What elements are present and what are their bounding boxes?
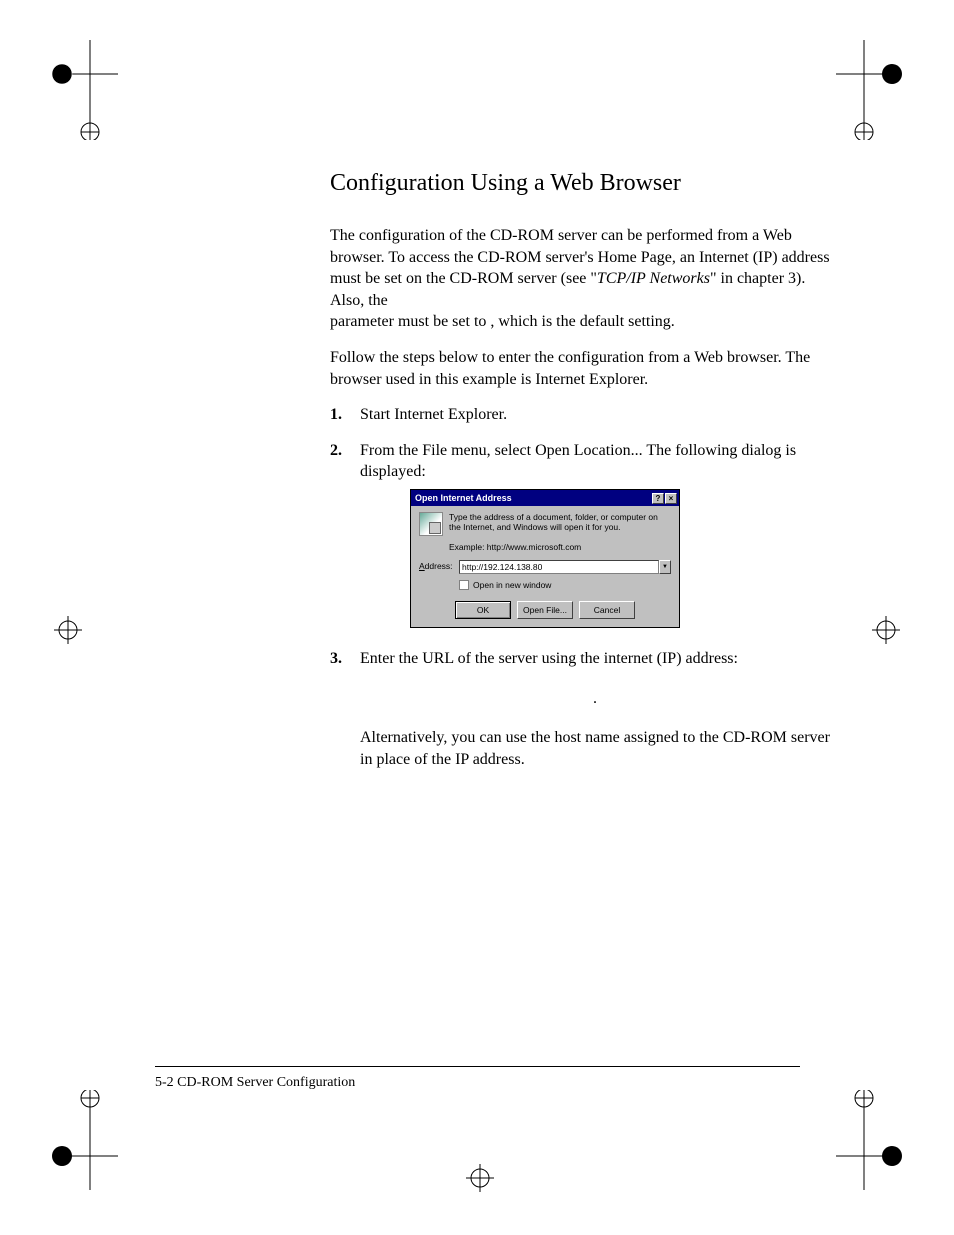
page-heading: Configuration Using a Web Browser — [330, 170, 830, 197]
footer-text: 5-2 CD-ROM Server Configuration — [155, 1075, 355, 1091]
address-label: Address: — [419, 561, 459, 572]
intro-paragraph: The configuration of the CD-ROM server c… — [330, 225, 830, 333]
open-file-button[interactable]: Open File... — [517, 601, 573, 619]
crop-mark-icon — [18, 580, 118, 680]
crop-mark-icon — [18, 1090, 118, 1190]
open-internet-address-dialog: Open Internet Address ? × Type the addre… — [410, 489, 680, 628]
dialog-example: Example: http://www.microsoft.com — [449, 542, 671, 553]
crop-mark-icon — [430, 1128, 530, 1228]
internet-document-icon — [419, 512, 443, 536]
step-2: 2. From the File menu, select Open Locat… — [330, 440, 830, 628]
dialog-title: Open Internet Address — [415, 492, 651, 504]
crop-mark-icon — [836, 1090, 936, 1190]
crop-mark-icon — [836, 580, 936, 680]
steps-list: 1. Start Internet Explorer. 2. From the … — [330, 404, 830, 770]
cancel-button[interactable]: Cancel — [579, 601, 635, 619]
footer-rule — [155, 1066, 800, 1067]
dialog-titlebar: Open Internet Address ? × — [411, 490, 679, 506]
checkbox-icon — [459, 580, 469, 590]
close-button[interactable]: × — [665, 493, 677, 504]
address-dropdown-button[interactable]: ▼ — [659, 560, 671, 574]
step-1: 1. Start Internet Explorer. — [330, 404, 830, 426]
address-input[interactable] — [459, 560, 659, 574]
help-button[interactable]: ? — [652, 493, 664, 504]
ok-button[interactable]: OK — [455, 601, 511, 619]
crop-mark-icon — [18, 40, 118, 140]
follow-paragraph: Follow the steps below to enter the conf… — [330, 347, 830, 390]
open-new-window-checkbox[interactable]: Open in new window — [459, 580, 671, 591]
dialog-description: Type the address of a document, folder, … — [449, 512, 671, 536]
step-3: 3. Enter the URL of the server using the… — [330, 648, 830, 770]
crop-mark-icon — [836, 40, 936, 140]
